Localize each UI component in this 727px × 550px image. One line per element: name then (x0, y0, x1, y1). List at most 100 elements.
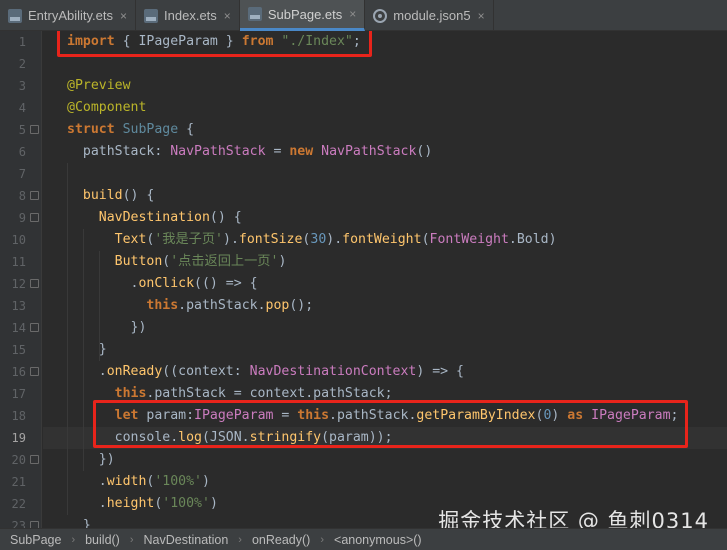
line-number: 18 (11, 409, 26, 423)
code-token: ((context: (162, 364, 250, 379)
code-line[interactable]: this.pathStack.pop(); (43, 295, 727, 317)
code-token: @Preview (67, 78, 131, 93)
code-token: '点击返回上一页' (170, 254, 279, 269)
breadcrumb-separator-icon: › (238, 533, 242, 546)
tab-entryability[interactable]: EntryAbility.ets × (0, 0, 137, 31)
code-token: ( (421, 232, 430, 247)
code-line[interactable]: Button('点击返回上一页') (43, 251, 727, 273)
breadcrumb: SubPage › build() › NavDestination › onReady()… (0, 528, 727, 550)
line-number: 19 (11, 431, 26, 445)
code-token: fontWeight (342, 232, 422, 247)
line-number: 4 (18, 101, 26, 115)
line-number: 1 (18, 35, 26, 49)
fold-marker-icon[interactable] (30, 125, 39, 134)
code-line[interactable]: .onClick(() => { (43, 273, 727, 295)
close-icon[interactable]: × (224, 9, 231, 23)
close-icon[interactable]: × (349, 7, 356, 21)
code-token: . (67, 474, 107, 489)
code-token: ) => { (416, 364, 464, 379)
ets-file-icon (8, 8, 22, 23)
tab-label: Index.ets (164, 8, 217, 23)
code-token: .Bold) (508, 232, 557, 247)
breadcrumb-item[interactable]: SubPage (10, 533, 61, 547)
code-line[interactable]: @Component (43, 97, 727, 119)
fold-marker-icon[interactable] (30, 213, 39, 222)
indent-guide (99, 251, 100, 361)
code-line[interactable]: @Preview (43, 75, 727, 97)
line-number: 22 (11, 497, 26, 511)
code-token: pop (265, 298, 290, 313)
line-number-gutter: 1 2 3 4 5 6 7 8 9 10 11 12 13 14 15 16 17 18 19 20 21 22 23 (0, 31, 42, 533)
code-token: Button (114, 254, 163, 269)
code-token: } (67, 342, 107, 357)
code-editor[interactable]: } .height('100%') .width('100%') }) cons… (43, 31, 727, 528)
line-number: 12 (11, 277, 26, 291)
code-line[interactable]: .width('100%') (43, 471, 727, 493)
breadcrumb-separator-icon: › (71, 533, 76, 546)
code-line[interactable]: }) (43, 449, 727, 471)
code-token: }) (67, 320, 147, 335)
code-token: = (265, 144, 290, 159)
code-line[interactable]: } (43, 339, 727, 361)
close-icon[interactable]: × (478, 9, 485, 23)
code-token: struct (67, 122, 115, 137)
line-number: 21 (11, 475, 26, 489)
code-token: ) (202, 474, 210, 489)
line-number: 3 (18, 79, 26, 93)
code-token: NavPathStack (321, 144, 417, 159)
tab-label: EntryAbility.ets (28, 8, 114, 23)
tab-module-json5[interactable]: module.json5 × (365, 0, 494, 31)
code-line[interactable]: build() { (43, 185, 727, 207)
code-token: this (146, 298, 179, 313)
line-number: 11 (11, 255, 26, 269)
code-token: ). (223, 232, 239, 247)
line-number: 10 (11, 233, 26, 247)
code-token: .pathStack = context.pathStack; (146, 386, 393, 401)
tab-label: SubPage.ets (267, 6, 343, 22)
code-token: .pathStack. (178, 298, 266, 313)
code-token: NavDestinationContext (249, 364, 417, 379)
code-token: () (416, 144, 433, 159)
code-token: FontWeight (429, 232, 509, 247)
line-number: 2 (18, 57, 26, 71)
breadcrumb-item[interactable]: NavDestination (144, 533, 229, 547)
code-token: fontSize (238, 232, 303, 247)
code-line[interactable] (43, 163, 727, 185)
close-icon[interactable]: × (120, 9, 127, 23)
breadcrumb-separator-icon: › (129, 533, 134, 546)
fold-marker-icon[interactable] (30, 367, 39, 376)
fold-marker-icon[interactable] (30, 279, 39, 288)
fold-marker-icon[interactable] (30, 191, 39, 200)
code-line[interactable]: Text('我是子页').fontSize(30).fontWeight(Fon… (43, 229, 727, 251)
code-token: . (67, 364, 107, 379)
code-line[interactable]: .onReady((context: NavDestinationContext… (43, 361, 727, 383)
code-line[interactable]: struct SubPage { (43, 119, 727, 141)
code-token: () { (122, 188, 155, 203)
code-token: '我是子页' (154, 232, 223, 247)
code-token: @Component (67, 100, 147, 115)
fold-marker-icon[interactable] (30, 323, 39, 332)
breadcrumb-item[interactable]: onReady() (252, 533, 310, 547)
tab-subpage[interactable]: SubPage.ets × (239, 0, 366, 31)
line-number: 16 (11, 365, 26, 379)
tab-index[interactable]: Index.ets × (136, 0, 240, 31)
breadcrumb-item[interactable]: build() (85, 533, 120, 547)
code-token: (() => { (194, 276, 258, 291)
code-line[interactable]: }) (43, 317, 727, 339)
breadcrumb-item[interactable]: <anonymous>() (334, 533, 422, 547)
code-line[interactable]: NavDestination() { (43, 207, 727, 229)
editor-tab-bar: EntryAbility.ets × Index.ets × SubPage.e… (0, 0, 727, 31)
code-line[interactable]: pathStack: NavPathStack = new NavPathSta… (43, 141, 727, 163)
highlight-box-param (93, 400, 688, 448)
fold-marker-icon[interactable] (30, 455, 39, 464)
code-token: NavDestination (98, 210, 210, 225)
line-number: 20 (11, 453, 26, 467)
code-token: ). (326, 232, 343, 247)
